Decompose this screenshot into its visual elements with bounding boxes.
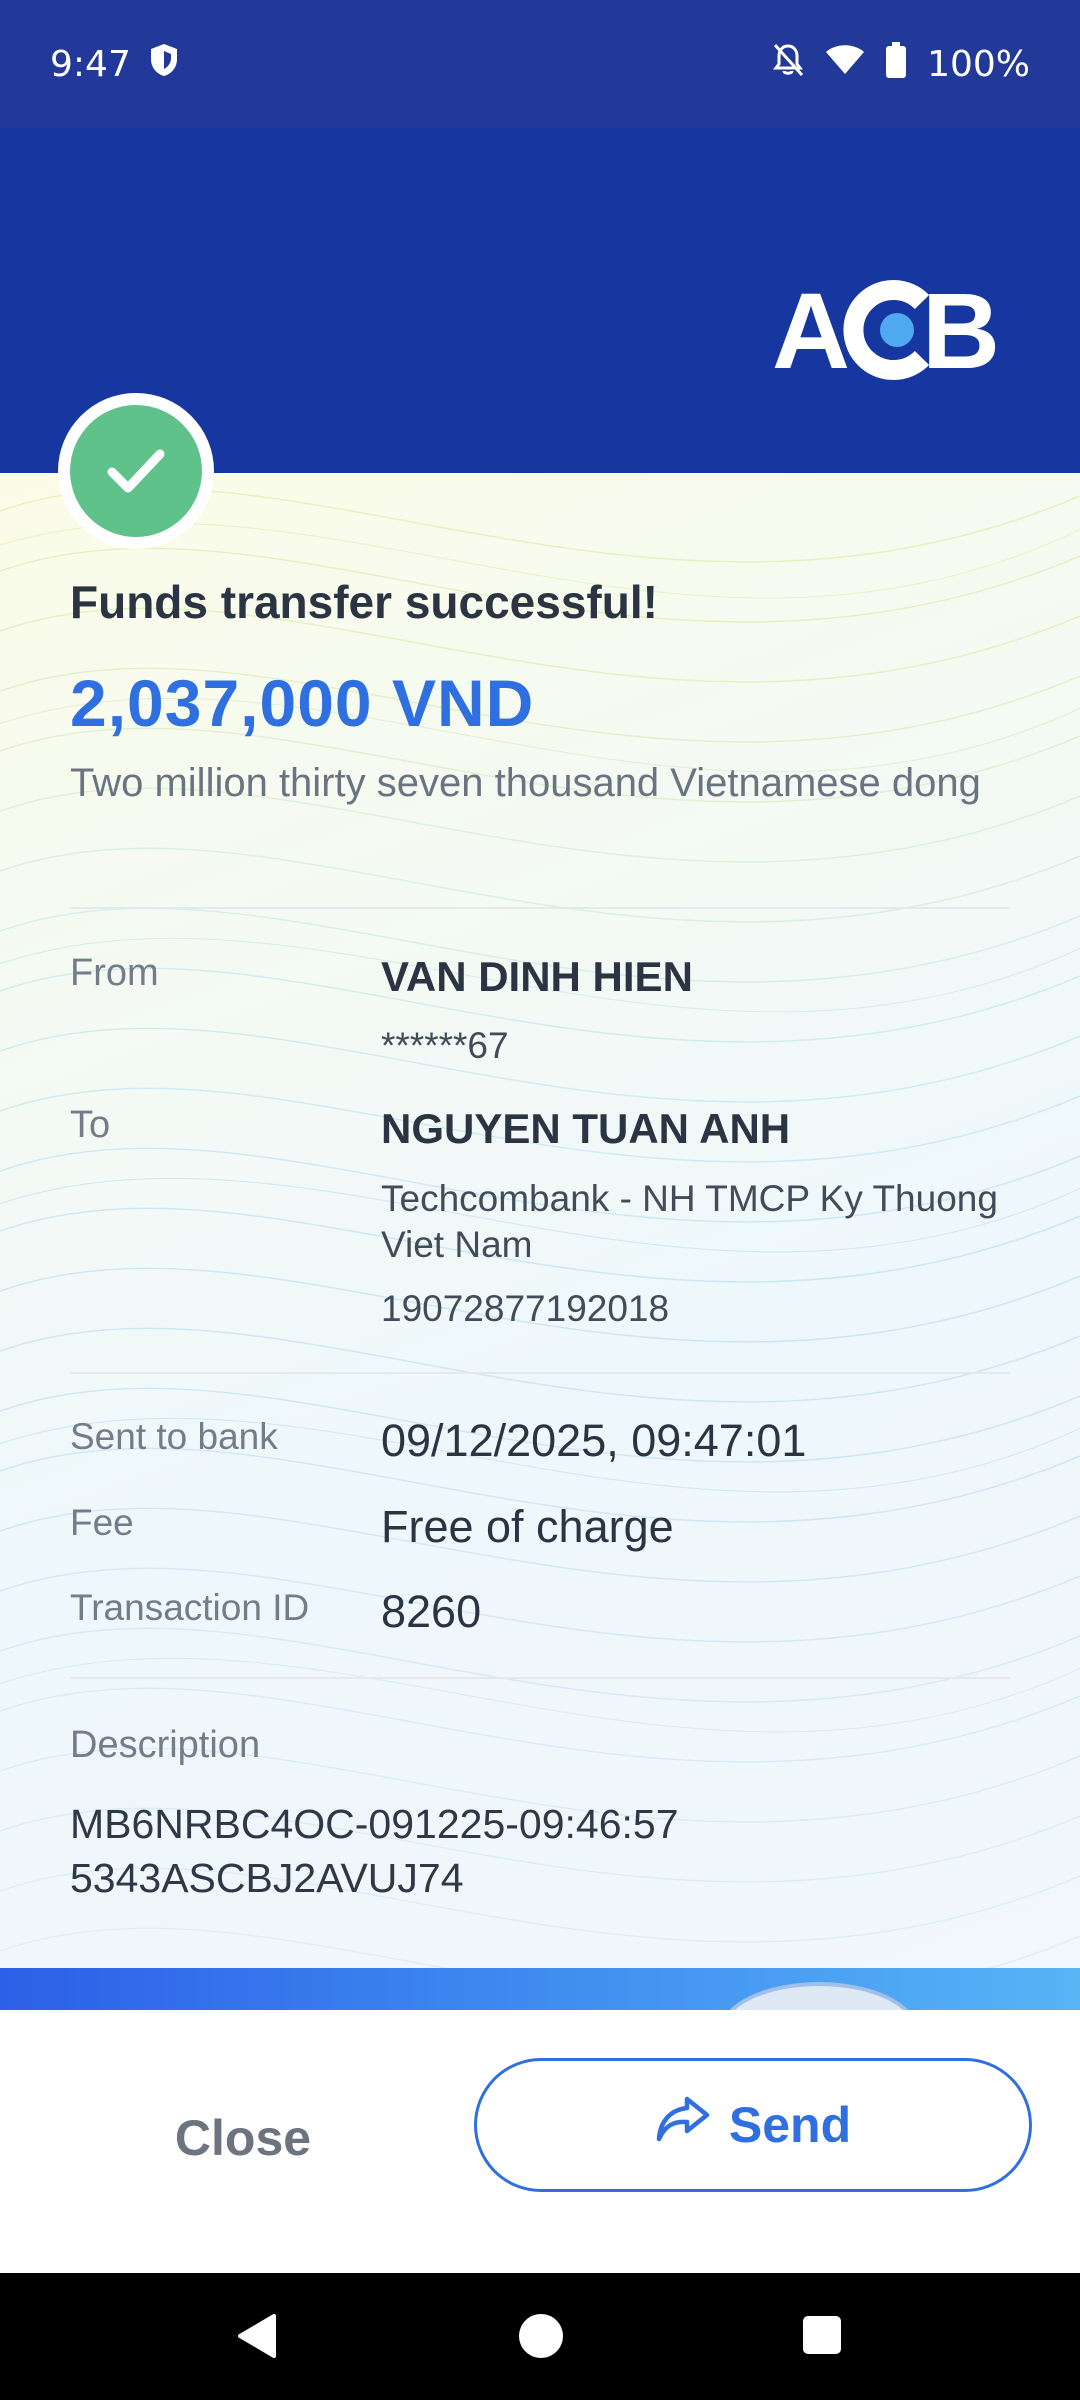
action-footer: Close Send bbox=[0, 2010, 1080, 2273]
recents-icon[interactable] bbox=[802, 2315, 842, 2360]
description-value: MB6NRBC4OC-091225-09:46:57 5343ASCBJ2AVU… bbox=[70, 1801, 679, 1901]
sender-name: VAN DINH HIEN bbox=[381, 953, 693, 1000]
recipient-name: NGUYEN TUAN ANH bbox=[381, 1105, 791, 1152]
check-icon bbox=[70, 405, 202, 537]
sender-account: ******67 bbox=[381, 1025, 509, 1066]
svg-text:B: B bbox=[922, 280, 1000, 380]
transaction-id-value: 8260 bbox=[381, 1586, 482, 1637]
from-label: From bbox=[70, 952, 159, 994]
recipient-bank: Techcombank - NH TMCP Ky Thuong Viet Nam bbox=[381, 1178, 998, 1265]
divider bbox=[70, 907, 1010, 909]
wifi-icon bbox=[825, 44, 865, 85]
transfer-amount: 2,037,000 VND bbox=[70, 666, 535, 740]
back-icon[interactable] bbox=[236, 2313, 278, 2364]
fee-label: Fee bbox=[70, 1502, 134, 1543]
battery-percent: 100% bbox=[927, 43, 1030, 85]
sent-to-bank-value: 09/12/2025, 09:47:01 bbox=[381, 1415, 807, 1466]
promo-banner[interactable] bbox=[0, 1968, 1080, 2010]
status-time: 9:47 bbox=[50, 43, 131, 85]
banner-graphic bbox=[720, 1982, 918, 2010]
recipient-account: 19072877192018 bbox=[381, 1288, 670, 1329]
success-badge bbox=[58, 393, 214, 549]
close-button[interactable]: Close bbox=[60, 2070, 426, 2206]
home-icon[interactable] bbox=[518, 2313, 564, 2364]
description-label: Description bbox=[70, 1724, 261, 1766]
fee-value: Free of charge bbox=[381, 1501, 674, 1552]
navigation-bar bbox=[0, 2273, 1080, 2400]
transaction-id-label: Transaction ID bbox=[70, 1587, 310, 1628]
share-icon bbox=[655, 2095, 711, 2155]
status-right: 100% bbox=[771, 41, 1030, 87]
sent-to-bank-label: Sent to bank bbox=[70, 1416, 278, 1457]
bell-off-icon bbox=[771, 42, 805, 87]
status-bar: 9:47 100% bbox=[0, 0, 1080, 128]
divider bbox=[70, 1372, 1010, 1374]
divider bbox=[70, 1677, 1010, 1679]
battery-icon bbox=[885, 41, 907, 87]
shield-icon bbox=[149, 43, 179, 86]
acb-logo: A B bbox=[772, 270, 1012, 391]
svg-text:A: A bbox=[772, 280, 850, 380]
to-label: To bbox=[70, 1104, 111, 1146]
send-label: Send bbox=[728, 2097, 852, 2153]
success-title: Funds transfer successful! bbox=[70, 576, 658, 628]
send-button[interactable]: Send bbox=[474, 2058, 1032, 2192]
status-left: 9:47 bbox=[50, 43, 179, 86]
amount-in-words: Two million thirty seven thousand Vietna… bbox=[70, 761, 981, 805]
